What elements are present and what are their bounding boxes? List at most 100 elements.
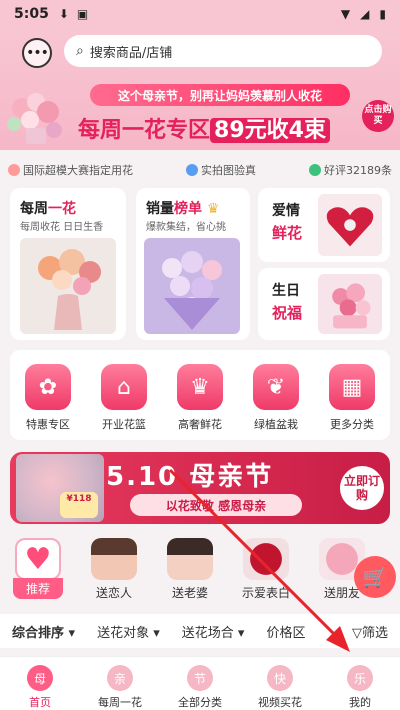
- sort-label: 送花场合: [181, 625, 234, 641]
- banner-title-prefix: 每周一花专区: [78, 118, 211, 143]
- birthday-bouquet-image: [318, 274, 382, 334]
- camera-icon: [186, 164, 198, 176]
- crown-icon: ♛: [177, 364, 223, 410]
- banner-headline: 这个母亲节，别再让妈妈羡慕别人收花: [90, 84, 350, 106]
- battery-icon: ▮: [379, 7, 386, 21]
- shop-icon: ⌂: [101, 364, 147, 410]
- card-subtitle: 爆款集结，省心挑: [146, 222, 226, 233]
- sort-label: 综合排序: [12, 625, 65, 641]
- trust-item-contest: 国际超模大赛指定用花: [8, 162, 133, 178]
- card-best-sellers[interactable]: 销量榜单 ♛ 爆款集结，省心挑: [136, 188, 250, 340]
- recipient-label: 送老婆: [171, 586, 208, 600]
- category-item[interactable]: ❦ 绿植盆栽: [244, 364, 308, 440]
- card-line2: 祝福: [272, 304, 303, 322]
- cart-button[interactable]: 🛒: [354, 556, 396, 598]
- header: ••• ⌕ 搜索商品/店铺 这个母亲节，别再让妈妈羡慕别人收花 每周一花专区 89…: [0, 28, 400, 150]
- card-title-a: 每周: [20, 201, 48, 217]
- search-placeholder: 搜索商品/店铺: [89, 45, 173, 61]
- sort-recipient[interactable]: 送花对象 ▾: [97, 622, 160, 641]
- avatar: [167, 538, 213, 580]
- card-birthday-flowers[interactable]: 生日 祝福: [258, 268, 390, 340]
- bouquet-image: [7, 93, 62, 144]
- mothers-day-subtitle: 以花致敬 感恩母亲: [130, 494, 302, 516]
- recipient-label: 推荐: [13, 578, 63, 599]
- mothers-day-banner[interactable]: ¥118 5.10 母亲节 以花致敬 感恩母亲 立即订购: [10, 452, 390, 524]
- card-subtitle: 每周收花 日日生香: [20, 222, 104, 233]
- category-item[interactable]: ♛ 高奢鲜花: [168, 364, 232, 440]
- trust-item-label: 国际超模大赛指定用花: [23, 164, 133, 177]
- video-icon: 快: [267, 665, 293, 691]
- nav-profile[interactable]: 乐 我的: [320, 657, 400, 710]
- recipient-tab-recommend[interactable]: ♥ 推荐: [0, 538, 76, 604]
- vase-flowers-image: [20, 238, 116, 334]
- app-notification-icon: ▣: [76, 7, 89, 21]
- nav-home[interactable]: 母 首页: [0, 657, 80, 710]
- card-love-flowers[interactable]: 爱情 鲜花: [258, 188, 390, 262]
- category-grid: ✿ 特惠专区 ⌂ 开业花篮 ♛ 高奢鲜花 ❦ 绿植盆栽 ▦ 更多分类: [10, 350, 390, 440]
- category-label: 特惠专区: [26, 418, 70, 431]
- mothers-day-title: 5.10 母亲节: [106, 462, 274, 492]
- order-now-button[interactable]: 立即订购: [340, 466, 384, 510]
- nav-label: 首页: [29, 696, 51, 709]
- banner-title: 每周一花专区 89元收4束: [78, 112, 330, 144]
- thumbs-up-icon: [309, 164, 321, 176]
- gift-icon: ❦: [253, 364, 299, 410]
- category-label: 高奢鲜花: [178, 418, 222, 431]
- status-bar: 5:05 ⬇ ▣ ▼ ◢ ▮: [0, 0, 400, 28]
- nav-weekly[interactable]: 亲 每周一花: [80, 657, 160, 710]
- category-label: 更多分类: [330, 418, 374, 431]
- trust-row: 国际超模大赛指定用花 实拍图验真 好评32189条: [0, 158, 400, 182]
- promo-banner[interactable]: 这个母亲节，别再让妈妈羡慕别人收花 每周一花专区 89元收4束 点击购买: [0, 76, 400, 150]
- recipient-tab-wife[interactable]: 送老婆: [152, 538, 228, 604]
- sort-label: 送花对象: [97, 625, 150, 641]
- nav-video-shop[interactable]: 快 视频买花: [240, 657, 320, 710]
- card-weekly-flower[interactable]: 每周一花 每周收花 日日生香: [10, 188, 126, 340]
- categories-icon: 节: [187, 665, 213, 691]
- sort-occasion[interactable]: 送花场合 ▾: [182, 622, 245, 641]
- profile-icon: 乐: [347, 665, 373, 691]
- download-icon: ⬇: [58, 7, 69, 21]
- recipient-label: 示爱表白: [241, 586, 290, 600]
- category-item[interactable]: ✿ 特惠专区: [16, 364, 80, 440]
- bottom-nav: 母 首页 亲 每周一花 节 全部分类 快 视频买花 乐 我的: [0, 656, 400, 710]
- status-time: 5:05: [14, 6, 49, 22]
- recipient-tab-confession[interactable]: 示爱表白: [228, 538, 304, 604]
- purple-bouquet-image: [144, 238, 240, 334]
- category-label: 开业花篮: [102, 418, 146, 431]
- sort-default[interactable]: 综合排序 ▾: [12, 622, 75, 641]
- banner-title-price: 89元收4束: [210, 118, 330, 143]
- avatar: [91, 538, 137, 580]
- nav-label: 全部分类: [178, 696, 222, 709]
- rose-heart-image: [318, 194, 382, 256]
- wifi-icon: ▼: [340, 7, 351, 21]
- weekly-icon: 亲: [107, 665, 133, 691]
- recipient-tab-lover[interactable]: 送恋人: [76, 538, 152, 604]
- category-item[interactable]: ⌂ 开业花篮: [92, 364, 156, 440]
- avatar: [243, 538, 289, 580]
- filter-button[interactable]: ▽筛选: [352, 622, 388, 641]
- grid-icon: ▦: [329, 364, 375, 410]
- filter-icon: ▽: [351, 625, 362, 641]
- nav-label: 每周一花: [98, 696, 142, 709]
- trust-item-photo: 实拍图验真: [186, 162, 256, 178]
- nav-categories[interactable]: 节 全部分类: [160, 657, 240, 710]
- sort-price[interactable]: 价格区: [266, 622, 305, 641]
- filter-label: 筛选: [361, 625, 388, 641]
- flower-badge-icon: [8, 164, 20, 176]
- heart-icon: ♥: [15, 538, 61, 580]
- price-value: ¥118: [66, 494, 92, 504]
- search-input[interactable]: ⌕ 搜索商品/店铺: [64, 35, 382, 67]
- card-line1: 生日: [272, 283, 300, 299]
- banner-buy-button[interactable]: 点击购买: [362, 100, 394, 132]
- trust-item-reviews: 好评32189条: [309, 162, 392, 178]
- card-title-a: 销量: [146, 201, 174, 217]
- message-button[interactable]: •••: [22, 38, 52, 68]
- card-line2: 鲜花: [272, 224, 303, 242]
- card-title-b: 榜单: [174, 201, 202, 217]
- price-tag: ¥118: [60, 492, 98, 518]
- category-item[interactable]: ▦ 更多分类: [320, 364, 384, 440]
- cart-icon: 🛒: [362, 565, 388, 589]
- search-icon: ⌕: [76, 43, 84, 59]
- trust-item-label: 实拍图验真: [201, 164, 256, 177]
- tag-icon: ✿: [25, 364, 71, 410]
